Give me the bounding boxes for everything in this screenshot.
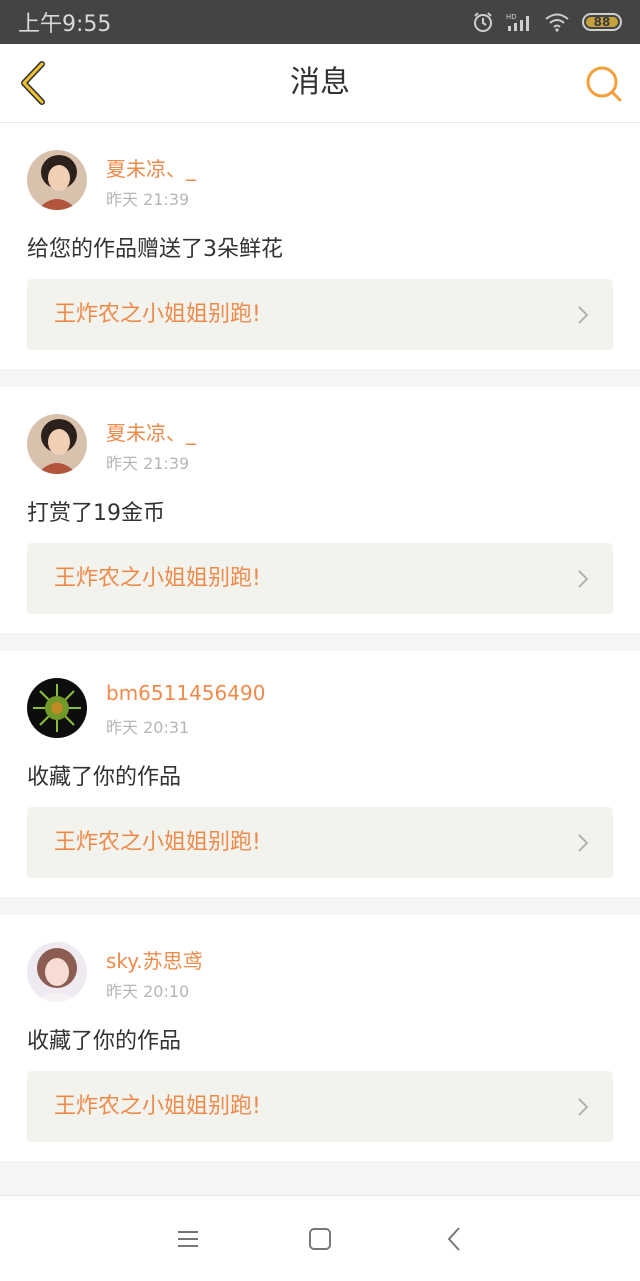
work-title: 王炸农之小姐姐别跑! [54, 302, 261, 327]
battery-icon: 88 [582, 13, 622, 31]
header: 消息 [0, 44, 640, 123]
wifi-icon [545, 13, 569, 32]
username[interactable]: bm6511456490 [106, 681, 265, 705]
message-card: bm6511456490 昨天 20:31 收藏了你的作品 王炸农之小姐姐别跑! [0, 651, 640, 897]
home-icon[interactable] [305, 1224, 335, 1254]
menu-icon[interactable] [173, 1224, 203, 1254]
message-time: 昨天 21:39 [106, 454, 190, 473]
work-link[interactable]: 王炸农之小姐姐别跑! [27, 807, 613, 878]
battery-level: 88 [593, 15, 611, 29]
message-card: 夏未凉、_ 昨天 21:39 打赏了19金币 王炸农之小姐姐别跑! [0, 387, 640, 633]
status-icons: HD 88 [472, 11, 622, 33]
message-text: 收藏了你的作品 [27, 765, 182, 790]
work-title: 王炸农之小姐姐别跑! [54, 1094, 261, 1119]
avatar[interactable] [27, 942, 87, 1002]
page-title: 消息 [290, 65, 350, 100]
message-time: 昨天 20:10 [106, 982, 190, 1001]
alarm-icon [474, 12, 492, 32]
system-nav-bar [0, 1195, 640, 1281]
chevron-right-icon [578, 1098, 589, 1116]
work-link[interactable]: 王炸农之小姐姐别跑! [27, 279, 613, 350]
message-text: 收藏了你的作品 [27, 1029, 182, 1054]
avatar[interactable] [27, 678, 87, 738]
message-list: 夏未凉、_ 昨天 21:39 给您的作品赠送了3朵鲜花 王炸农之小姐姐别跑! 夏… [0, 123, 640, 1179]
message-text: 打赏了19金币 [27, 501, 165, 526]
work-title: 王炸农之小姐姐别跑! [54, 830, 261, 855]
work-link[interactable]: 王炸农之小姐姐别跑! [27, 1071, 613, 1142]
svg-text:HD: HD [506, 13, 517, 21]
username[interactable]: sky.苏思鸢 [106, 945, 203, 974]
message-card: sky.苏思鸢 昨天 20:10 收藏了你的作品 王炸农之小姐姐别跑! [0, 915, 640, 1161]
message-time: 昨天 20:31 [106, 718, 190, 737]
username[interactable]: 夏未凉、_ [106, 153, 196, 182]
work-title: 王炸农之小姐姐别跑! [54, 566, 261, 591]
work-link[interactable]: 王炸农之小姐姐别跑! [27, 543, 613, 614]
chevron-right-icon [578, 570, 589, 588]
avatar[interactable] [27, 150, 87, 210]
username[interactable]: 夏未凉、_ [106, 417, 196, 446]
search-icon[interactable] [584, 64, 624, 104]
chevron-right-icon [578, 306, 589, 324]
chevron-right-icon [578, 834, 589, 852]
back-icon[interactable] [440, 1224, 470, 1254]
avatar[interactable] [27, 414, 87, 474]
message-card: 夏未凉、_ 昨天 21:39 给您的作品赠送了3朵鲜花 王炸农之小姐姐别跑! [0, 123, 640, 369]
hd-signal-icon: HD [506, 13, 529, 31]
message-text: 给您的作品赠送了3朵鲜花 [27, 237, 283, 262]
status-bar: 上午9:55 HD 88 [0, 0, 640, 44]
status-time: 上午9:55 [18, 12, 112, 37]
message-time: 昨天 21:39 [106, 190, 190, 209]
